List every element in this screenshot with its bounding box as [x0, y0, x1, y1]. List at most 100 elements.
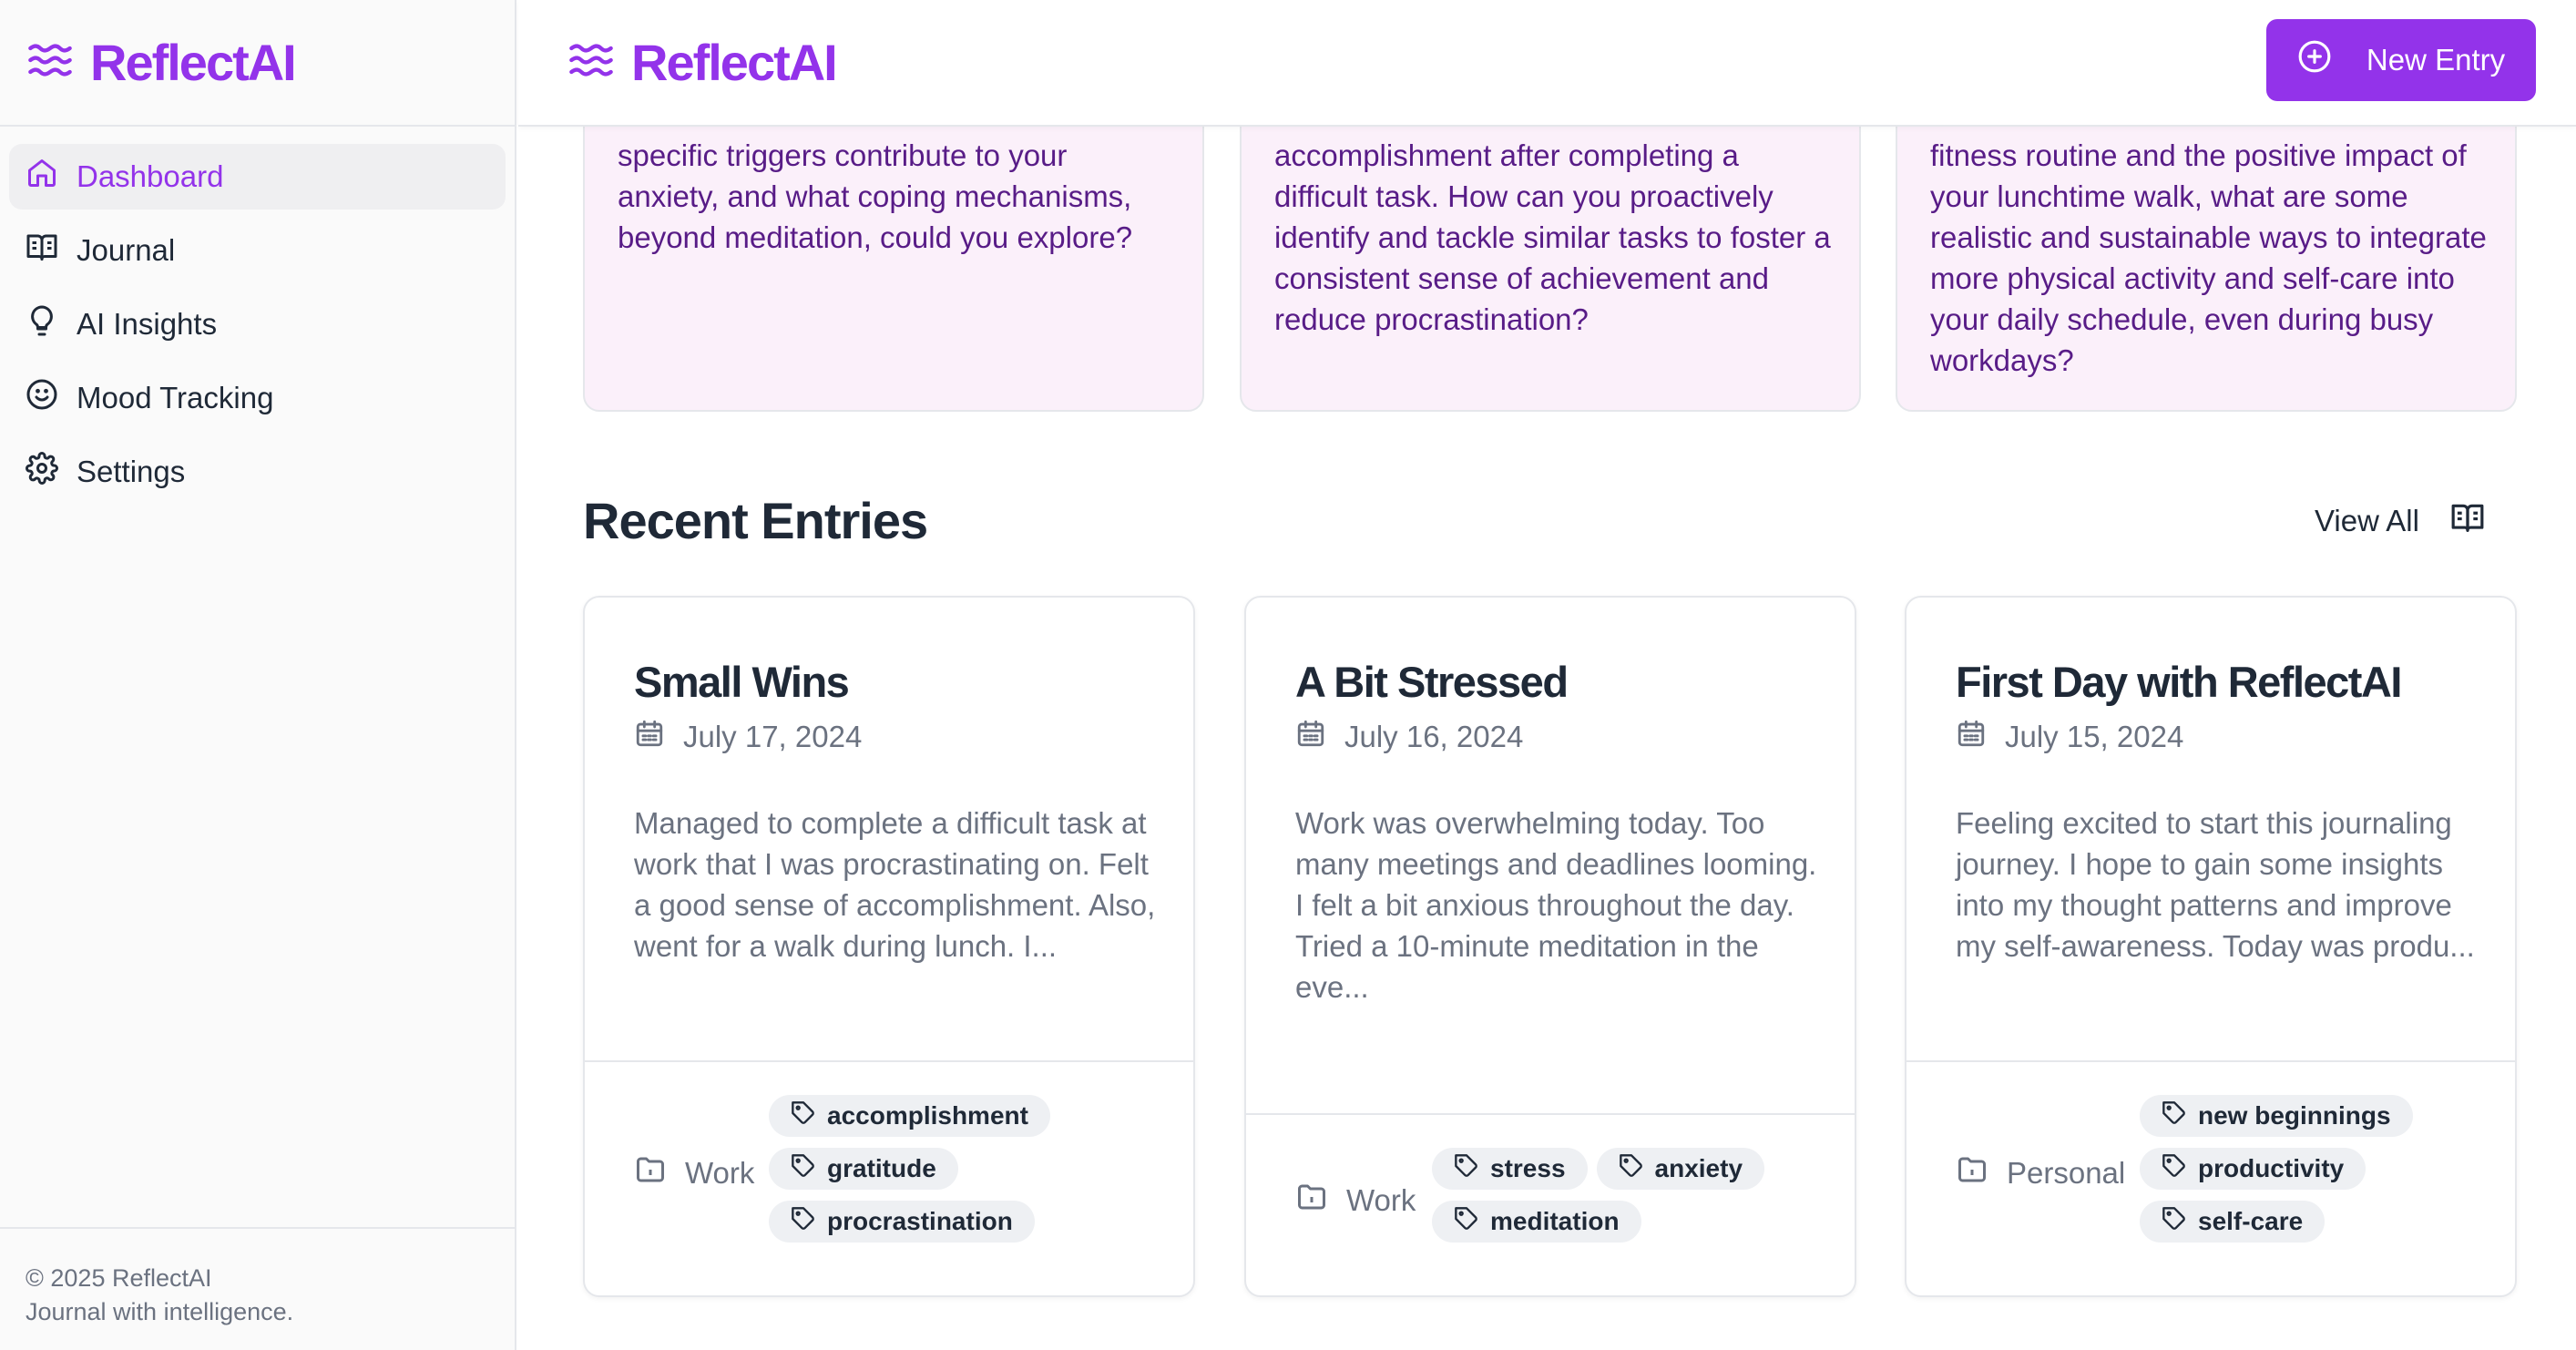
entry-title: A Bit Stressed [1295, 658, 1569, 706]
entry-category-label: Work [1346, 1183, 1416, 1217]
tag-label: meditation [1490, 1207, 1620, 1235]
lightbulb-icon [26, 304, 77, 344]
tag-label: new beginnings [2198, 1101, 2391, 1130]
new-entry-button[interactable]: New Entry [2266, 19, 2536, 101]
tag-label: accomplishment [827, 1101, 1028, 1130]
view-all-label: View All [2315, 504, 2419, 537]
entry-tags: new beginnings productivity self-care [2140, 1095, 2413, 1243]
sidebar-item-ai-insights[interactable]: AI Insights [9, 291, 506, 357]
calendar-icon [1956, 718, 1987, 756]
tag-chip[interactable]: accomplishment [769, 1095, 1050, 1137]
entry-title: First Day with ReflectAI [1956, 658, 2402, 706]
entry-excerpt: Feeling excited to start this journaling… [1956, 806, 2475, 963]
header-logo[interactable]: ReflectAI [567, 33, 838, 92]
tag-icon [1619, 1153, 1644, 1185]
tag-label: productivity [2198, 1154, 2345, 1182]
entry-footer: Work accomplishment gratitude procrastin… [585, 1060, 1193, 1295]
insight-text: accomplishment after completing a diffic… [1274, 138, 1831, 336]
tag-label: procrastination [827, 1207, 1013, 1235]
tag-chip[interactable]: meditation [1432, 1201, 1641, 1243]
brand-name: ReflectAI [90, 34, 297, 91]
sidebar-item-label: Dashboard [77, 159, 224, 193]
sidebar-item-journal[interactable]: Journal [9, 218, 506, 283]
tag-icon [791, 1206, 816, 1238]
copyright-text: © 2025 ReflectAI [26, 1264, 212, 1292]
entry-date: July 17, 2024 [634, 718, 862, 756]
sidebar: ReflectAI Dashboard Journal AI Insights … [0, 0, 516, 1350]
entry-tags: accomplishment gratitude procrastination [769, 1095, 1050, 1243]
entry-category: Work [1295, 1181, 1416, 1221]
smile-icon [26, 378, 77, 418]
tag-icon [791, 1153, 816, 1185]
app: ReflectAI Dashboard Journal AI Insights … [0, 0, 2576, 1350]
entry-card[interactable]: Small Wins July 17, 2024 Managed to comp… [583, 596, 1195, 1297]
calendar-icon [634, 718, 665, 756]
sidebar-item-mood-tracking[interactable]: Mood Tracking [9, 365, 506, 431]
sidebar-item-label: Mood Tracking [77, 381, 274, 414]
entry-category: Personal [1956, 1153, 2125, 1193]
insight-card[interactable]: accomplishment after completing a diffic… [1240, 127, 1861, 412]
entry-date-text: July 17, 2024 [683, 720, 863, 753]
insight-text: fitness routine and the positive impact … [1930, 138, 2487, 377]
entry-footer: Personal new beginnings productivity sel… [1906, 1060, 2515, 1295]
tag-icon [2162, 1153, 2187, 1185]
sidebar-item-label: Journal [77, 233, 176, 267]
tag-icon [1454, 1153, 1479, 1185]
view-all-link[interactable]: View All [2315, 500, 2485, 542]
entry-category-label: Personal [2007, 1156, 2126, 1190]
entry-card[interactable]: First Day with ReflectAI July 15, 2024 F… [1905, 596, 2517, 1297]
sidebar-logo[interactable]: ReflectAI [26, 33, 297, 92]
tag-chip[interactable]: new beginnings [2140, 1095, 2413, 1137]
entry-date: July 16, 2024 [1295, 718, 1523, 756]
sidebar-header: ReflectAI [0, 0, 515, 127]
tag-chip[interactable]: procrastination [769, 1201, 1035, 1243]
tag-icon [791, 1100, 816, 1132]
folder-icon [1956, 1153, 1988, 1193]
entry-title: Small Wins [634, 658, 850, 706]
tag-chip[interactable]: stress [1432, 1148, 1588, 1190]
sidebar-footer: © 2025 ReflectAI Journal with intelligen… [0, 1227, 515, 1350]
entry-date-text: July 16, 2024 [1344, 720, 1524, 753]
entry-category-label: Work [685, 1156, 755, 1190]
home-icon [26, 157, 77, 197]
plus-circle-icon [2297, 39, 2332, 81]
sidebar-nav: Dashboard Journal AI Insights Mood Track… [0, 127, 515, 530]
folder-icon [1295, 1181, 1328, 1221]
tag-chip[interactable]: anxiety [1596, 1148, 1765, 1190]
entry-excerpt: Work was overwhelming today. Too many me… [1295, 806, 1817, 1004]
sidebar-item-dashboard[interactable]: Dashboard [9, 144, 506, 210]
tag-label: gratitude [827, 1154, 936, 1182]
folder-icon [634, 1153, 667, 1193]
tag-chip[interactable]: productivity [2140, 1148, 2366, 1190]
tag-label: stress [1490, 1154, 1566, 1182]
new-entry-label: New Entry [2366, 43, 2506, 77]
tag-icon [2162, 1206, 2187, 1238]
entry-footer: Work stress anxiety meditation [1246, 1113, 1855, 1295]
insight-card[interactable]: specific triggers contribute to your anx… [583, 127, 1204, 412]
entry-card[interactable]: A Bit Stressed July 16, 2024 Work was ov… [1244, 596, 1856, 1297]
brand-name: ReflectAI [631, 34, 838, 91]
insight-text: specific triggers contribute to your anx… [618, 138, 1133, 254]
entry-tags: stress anxiety meditation [1432, 1148, 1796, 1243]
tag-label: anxiety [1654, 1154, 1743, 1182]
top-header: ReflectAI New Entry [518, 0, 2576, 127]
entry-category: Work [634, 1153, 754, 1193]
book-open-icon [2450, 500, 2485, 542]
main-content: specific triggers contribute to your anx… [518, 127, 2576, 1350]
tag-icon [1454, 1206, 1479, 1238]
entry-date: July 15, 2024 [1956, 718, 2183, 756]
book-open-icon [26, 230, 77, 271]
entry-excerpt: Managed to complete a difficult task at … [634, 806, 1156, 963]
insight-card[interactable]: fitness routine and the positive impact … [1896, 127, 2517, 412]
tag-icon [2162, 1100, 2187, 1132]
tag-chip[interactable]: self-care [2140, 1201, 2326, 1243]
recent-entries-heading: Recent Entries [583, 492, 928, 549]
tagline-text: Journal with intelligence. [26, 1298, 294, 1325]
entry-date-text: July 15, 2024 [2005, 720, 2184, 753]
sidebar-item-settings[interactable]: Settings [9, 439, 506, 505]
calendar-icon [1295, 718, 1326, 756]
gear-icon [26, 452, 77, 492]
tag-chip[interactable]: gratitude [769, 1148, 958, 1190]
sidebar-item-label: AI Insights [77, 307, 218, 341]
waves-icon [567, 36, 615, 88]
